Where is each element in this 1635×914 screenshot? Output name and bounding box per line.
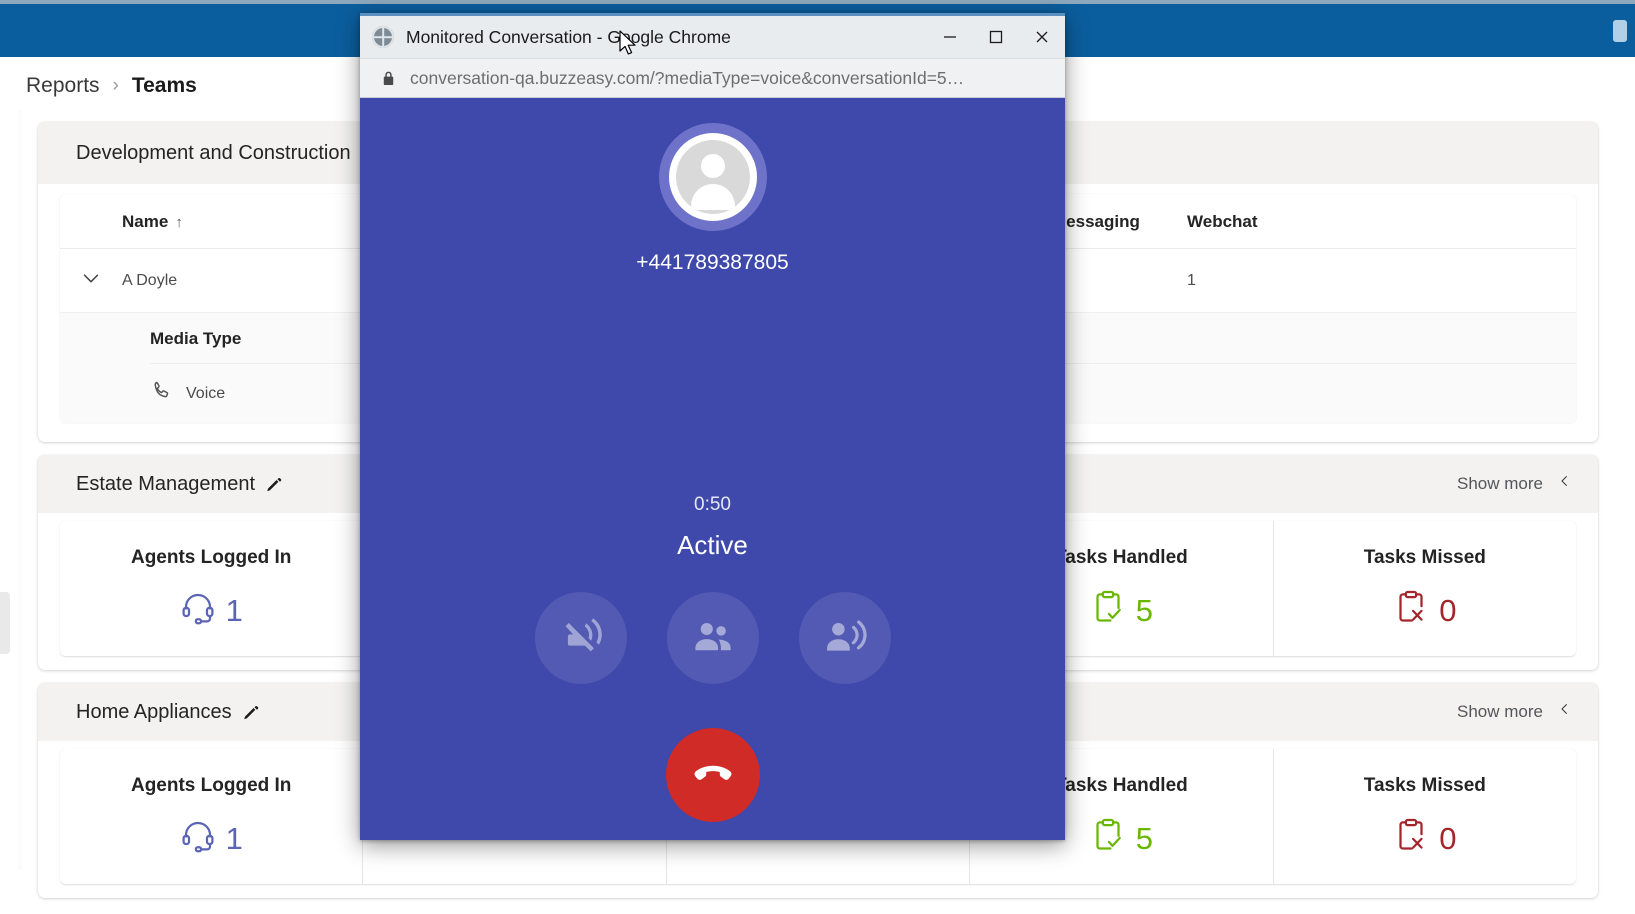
stat-value: 1	[225, 821, 243, 856]
team-title: Development and Construction	[76, 141, 351, 164]
window-controls	[927, 16, 1065, 58]
maximize-button[interactable]	[973, 16, 1019, 58]
monitored-conversation-window: Monitored Conversation - Google Chrome c…	[360, 13, 1065, 840]
chevron-down-icon[interactable]	[80, 267, 102, 289]
lock-icon	[382, 70, 395, 86]
stat-value: 0	[1439, 593, 1457, 628]
breadcrumb: Reports › Teams	[26, 74, 197, 98]
clipboard-x-icon	[1393, 817, 1429, 861]
stat-value: 1	[225, 593, 243, 628]
stat-value-row: 5	[1090, 817, 1153, 861]
stat-tile-agents-logged-in: Agents Logged In 1	[60, 521, 364, 656]
show-more-label: Show more	[1457, 702, 1543, 721]
sort-ascending-icon: ↑	[175, 214, 183, 231]
expand-column-header	[60, 194, 122, 249]
end-call-button[interactable]	[665, 728, 760, 822]
stat-tile-agents-logged-in: Agents Logged In 1	[60, 749, 364, 884]
column-header-messaging[interactable]: Messaging	[1052, 194, 1187, 249]
breadcrumb-reports[interactable]: Reports	[26, 74, 100, 98]
globe-icon	[372, 26, 394, 48]
team-title: Home Appliances	[76, 701, 260, 724]
mouse-cursor	[619, 30, 639, 60]
people-icon	[691, 614, 735, 663]
window-title: Monitored Conversation - Google Chrome	[406, 26, 731, 47]
chevron-left-icon[interactable]	[1557, 470, 1572, 498]
breadcrumb-separator-icon: ›	[112, 75, 119, 96]
participants-button[interactable]	[666, 592, 759, 684]
clipboard-check-icon	[1090, 589, 1126, 633]
person-speaking-icon	[823, 614, 867, 663]
microphone-muted-icon	[560, 615, 602, 662]
headset-icon	[180, 817, 216, 861]
clipboard-check-icon	[1090, 817, 1126, 861]
column-header-webchat[interactable]: Webchat	[1187, 194, 1576, 249]
breadcrumb-teams[interactable]: Teams	[132, 74, 197, 98]
page-scrollbar[interactable]	[18, 110, 22, 870]
hangup-icon	[689, 749, 737, 802]
row-expand-toggle[interactable]	[60, 248, 122, 313]
stat-value: 5	[1135, 821, 1154, 856]
cell-messaging: 0	[1052, 248, 1187, 313]
call-screen: +441789387805 0:50 Active	[360, 98, 1065, 840]
stat-tile-tasks-missed: Tasks Missed 0	[1274, 521, 1576, 656]
mute-button[interactable]	[534, 592, 627, 684]
close-button[interactable]	[1019, 16, 1065, 58]
stat-value: 5	[1135, 593, 1154, 628]
stat-value-row: 1	[180, 817, 243, 861]
show-more-button[interactable]: Show more	[1457, 470, 1572, 498]
clipboard-x-icon	[1393, 589, 1429, 633]
person-avatar-icon	[658, 123, 767, 231]
url-text: conversation-qa.buzzeasy.com/?mediaType=…	[410, 67, 965, 88]
call-timer: 0:50	[694, 494, 731, 515]
call-controls	[360, 592, 1065, 684]
top-bar-edge	[0, 0, 1635, 4]
pencil-icon[interactable]	[265, 475, 283, 493]
minimize-button[interactable]	[927, 16, 973, 58]
caller-number: +441789387805	[636, 251, 789, 274]
address-bar[interactable]: conversation-qa.buzzeasy.com/?mediaType=…	[360, 58, 1065, 98]
sidebar-collapse-handle[interactable]	[0, 592, 10, 654]
stat-value-row: 5	[1090, 589, 1153, 633]
stat-value-row: 1	[180, 589, 243, 633]
topbar-right-control[interactable]	[1613, 20, 1627, 42]
speaker-button[interactable]	[798, 592, 891, 684]
phone-icon	[150, 380, 172, 407]
show-more-label: Show more	[1457, 474, 1543, 493]
stat-tile-tasks-missed: Tasks Missed 0	[1274, 749, 1576, 884]
cell-webchat: 1	[1187, 248, 1576, 313]
stat-value-row: 0	[1393, 589, 1456, 633]
show-more-button[interactable]: Show more	[1457, 698, 1572, 726]
call-status: Active	[677, 530, 748, 560]
team-title: Estate Management	[76, 473, 283, 496]
headset-icon	[180, 589, 216, 633]
chevron-left-icon[interactable]	[1557, 698, 1572, 726]
pencil-icon[interactable]	[242, 703, 260, 721]
stat-value-row: 0	[1393, 817, 1456, 861]
stat-value: 0	[1439, 821, 1457, 856]
